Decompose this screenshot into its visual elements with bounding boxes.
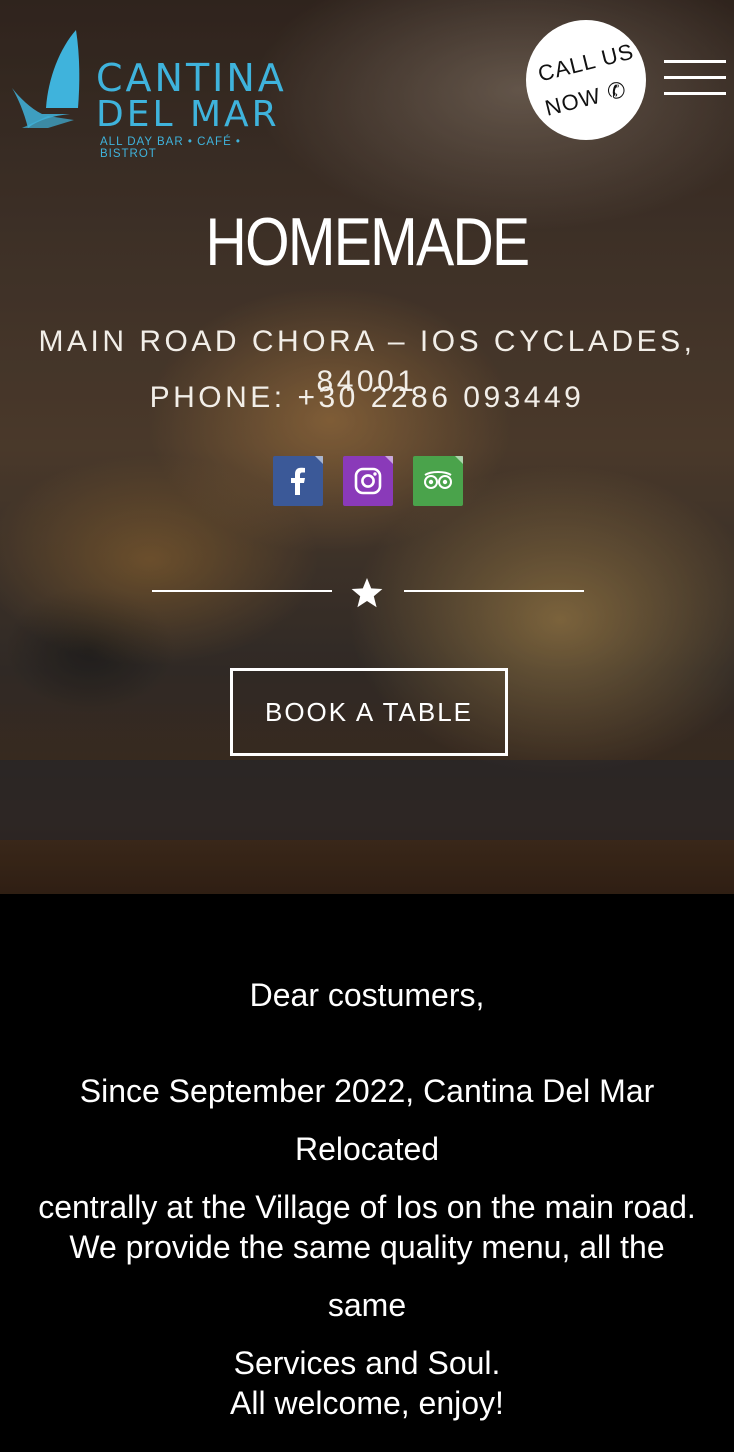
menu-bar-middle	[664, 76, 726, 79]
star-icon	[351, 578, 383, 608]
brand-tagline: ALL DAY BAR • CAFÉ • BISTROT	[100, 136, 241, 160]
quality-line1: We provide the same quality menu, all th…	[69, 1229, 665, 1323]
instagram-icon[interactable]	[343, 456, 393, 506]
greeting-text: Dear costumers,	[249, 977, 485, 1013]
notice-paragraph-quality: We provide the same quality menu, all th…	[30, 1218, 704, 1392]
brand-name-line2: DEL MAR	[96, 94, 280, 135]
sail-logo-icon	[12, 30, 80, 128]
divider-left	[152, 590, 332, 592]
brand-name-line1: CANTINA	[96, 56, 287, 100]
menu-bar-top	[664, 60, 726, 63]
closing-text: All welcome, enjoy!	[230, 1385, 504, 1421]
notice-greeting: Dear costumers,	[30, 966, 704, 1024]
facebook-glyph-icon	[291, 467, 305, 495]
menu-bar-bottom	[664, 92, 726, 95]
notice-closing: All welcome, enjoy!	[30, 1374, 704, 1432]
notice-paragraph-relocation: Since September 2022, Cantina Del Mar Re…	[30, 1062, 704, 1236]
tripadvisor-glyph-icon	[424, 471, 452, 489]
relocation-line1: Since September 2022, Cantina Del Mar Re…	[79, 1073, 655, 1167]
hero-phone[interactable]: PHONE: +30 2286 093449	[0, 378, 734, 418]
hero-title: HOMEMADE	[205, 204, 531, 280]
brand-logo[interactable]: CANTINA DEL MAR ALL DAY BAR • CAFÉ • BIS…	[8, 28, 298, 160]
instagram-glyph-icon	[354, 467, 382, 495]
tripadvisor-icon[interactable]	[413, 456, 463, 506]
notice-section: Dear costumers, Since September 2022, Ca…	[0, 894, 734, 1452]
hero-section: CANTINA DEL MAR ALL DAY BAR • CAFÉ • BIS…	[0, 0, 734, 894]
divider-right	[404, 590, 584, 592]
facebook-icon[interactable]	[273, 456, 323, 506]
hamburger-menu-icon[interactable]	[664, 60, 726, 96]
call-us-button[interactable]: CALL US NOW ✆	[526, 20, 646, 140]
book-a-table-button[interactable]: BOOK A TABLE	[230, 668, 508, 756]
